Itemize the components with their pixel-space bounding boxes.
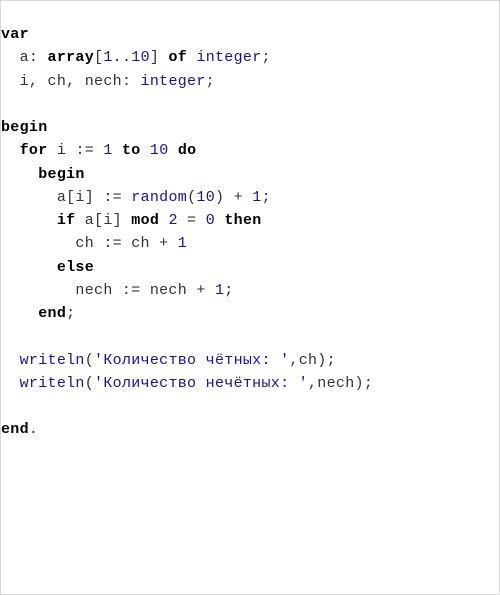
kw-var: var [1, 26, 29, 43]
fn-writeln: writeln [20, 375, 85, 392]
type-integer: integer [196, 49, 261, 66]
str-odd: 'Количество нечётных: ' [94, 375, 308, 392]
num-10: 10 [196, 189, 215, 206]
num-1: 1 [178, 235, 187, 252]
kw-if: if [57, 212, 76, 229]
arg-nech: ,nech [308, 375, 355, 392]
num-2: 2 [168, 212, 177, 229]
type-integer: integer [141, 73, 206, 90]
num-10: 10 [150, 142, 169, 159]
semicolon: ; [262, 49, 271, 66]
kw-begin: begin [1, 119, 48, 136]
semicolon: ; [224, 282, 233, 299]
num-1: 1 [215, 282, 224, 299]
eq: = [187, 212, 196, 229]
kw-array: array [48, 49, 95, 66]
kw-mod: mod [131, 212, 159, 229]
ch-assign: ch := ch + [75, 235, 177, 252]
str-even: 'Количество чётных: ' [94, 352, 289, 369]
assign: := [75, 142, 94, 159]
code-page: var a: array[1..10] of integer; i, ch, n… [0, 0, 500, 595]
paren-close: ) [317, 352, 326, 369]
arg-ch: ,ch [289, 352, 317, 369]
plus: + [234, 189, 243, 206]
num-0: 0 [206, 212, 215, 229]
kw-of: of [168, 49, 187, 66]
kw-for: for [20, 142, 48, 159]
pascal-source: var a: array[1..10] of integer; i, ch, n… [1, 23, 499, 442]
lhs-ai: a[i] [57, 189, 94, 206]
kw-begin-inner: begin [38, 166, 85, 183]
kw-to: to [122, 142, 141, 159]
paren-close: ) [355, 375, 364, 392]
colon: : [122, 73, 141, 90]
bracket-close: ] [150, 49, 169, 66]
colon: : [29, 49, 48, 66]
dot: . [29, 421, 38, 438]
kw-else: else [57, 259, 94, 276]
id-a: a [20, 49, 29, 66]
bracket-open: [ [94, 49, 103, 66]
paren-open: ( [85, 352, 94, 369]
semicolon: ; [262, 189, 271, 206]
paren-open: ( [85, 375, 94, 392]
num-1: 1 [103, 142, 112, 159]
kw-end-inner: end [38, 305, 66, 322]
fn-writeln: writeln [20, 352, 85, 369]
semicolon: ; [327, 352, 336, 369]
kw-do: do [178, 142, 197, 159]
nech-assign: nech := nech + [75, 282, 215, 299]
paren-open: ( [187, 189, 196, 206]
semicolon: ; [364, 375, 373, 392]
paren-close: ) [215, 189, 224, 206]
num-1: 1 [252, 189, 261, 206]
kw-then: then [224, 212, 261, 229]
semicolon: ; [206, 73, 215, 90]
fn-random: random [131, 189, 187, 206]
expr-ai: a[i] [85, 212, 122, 229]
range: 1..10 [103, 49, 150, 66]
assign: := [103, 189, 122, 206]
ids-line3: i, ch, nech [20, 73, 122, 90]
semicolon: ; [66, 305, 75, 322]
kw-end-final: end [1, 421, 29, 438]
id-i: i [57, 142, 66, 159]
